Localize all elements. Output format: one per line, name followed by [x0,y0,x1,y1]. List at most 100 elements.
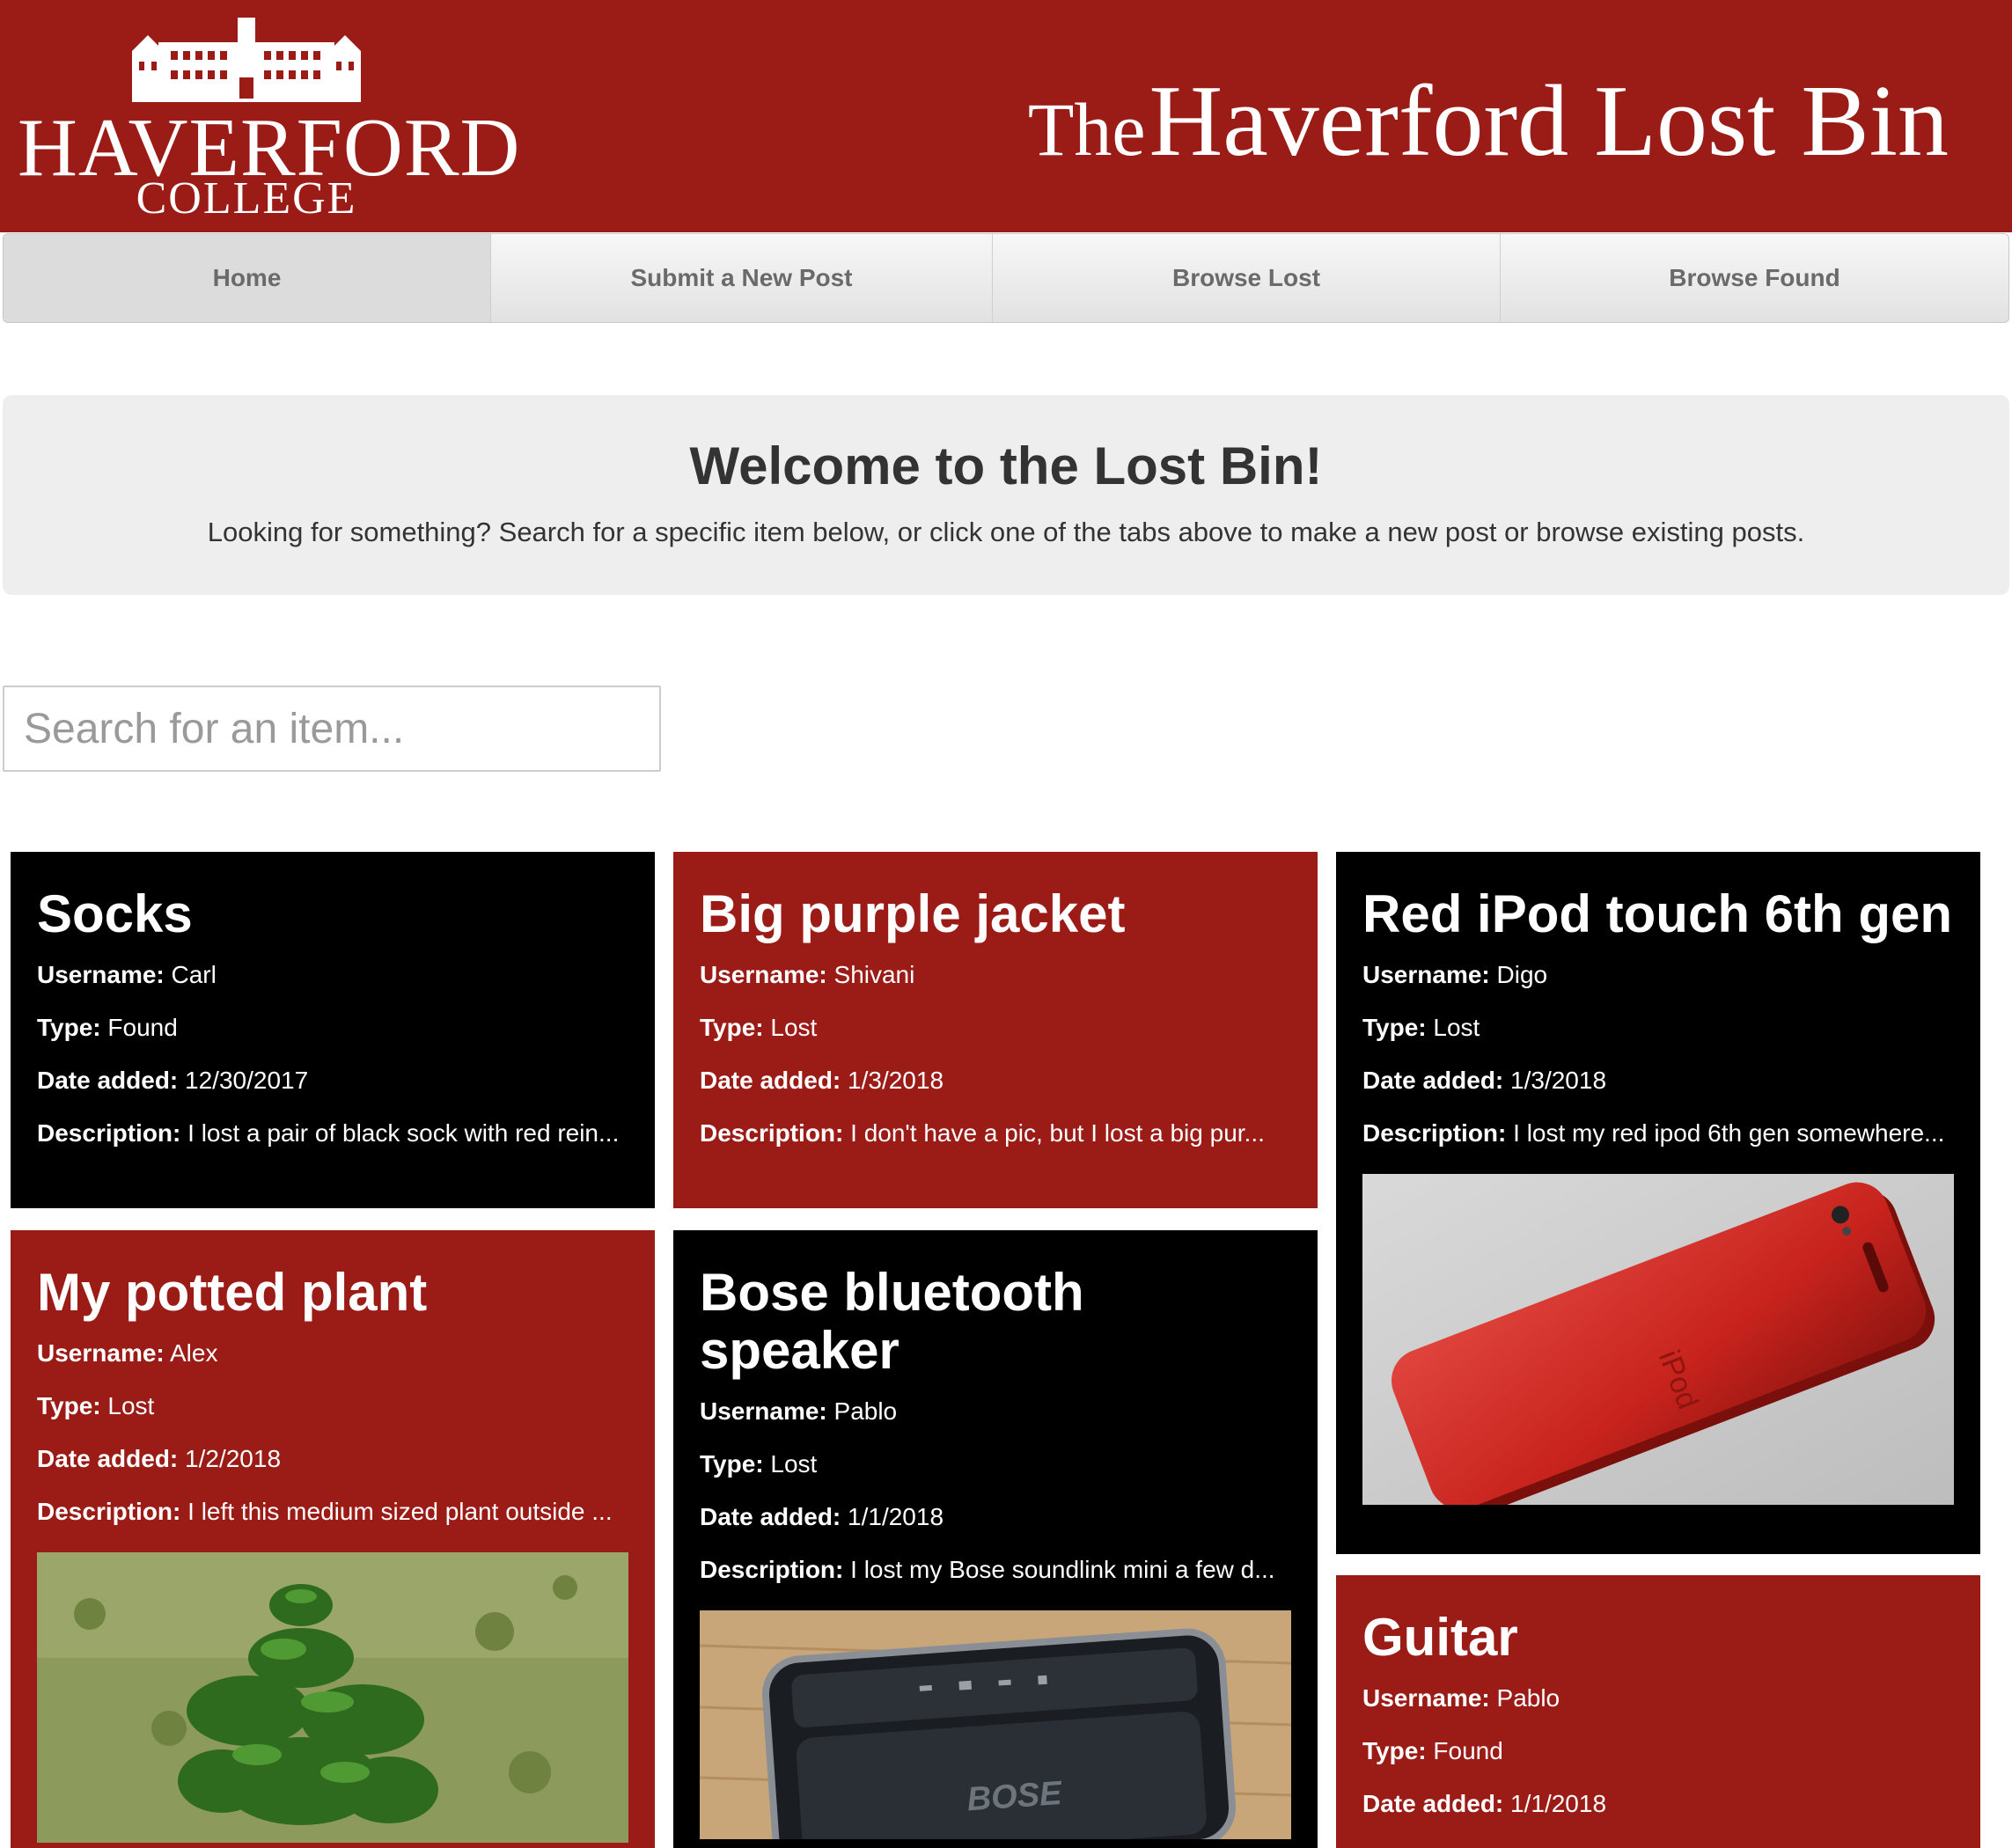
username-label: Username: [37,961,165,988]
post-title: My potted plant [37,1263,428,1322]
username-value: Pablo [1496,1684,1560,1712]
speaker-photo: BOSE [699,1610,1292,1848]
post-card[interactable]: My potted plant Username: Alex Type: Los… [11,1230,655,1848]
post-username: Username: Carl [37,961,628,989]
date-label: Date added: [1362,1790,1504,1817]
type-label: Type: [1362,1014,1427,1041]
post-description: Description: I lost a pair of black sock… [37,1119,628,1148]
post-type: Type: Lost [700,1450,1291,1478]
post-card[interactable]: Socks Username: Carl Type: Found Date ad… [11,852,655,1208]
type-value: Lost [1433,1014,1480,1041]
post-type: Type: Found [1362,1737,1954,1765]
haverford-college-logo[interactable]: HAVERFORD COLLEGE [18,16,519,224]
post-description: Description: I lost my Bose soundlink mi… [700,1556,1291,1584]
description-label: Description: [700,1556,844,1583]
type-value: Lost [770,1014,818,1041]
type-value: Lost [770,1450,818,1478]
post-card[interactable]: Bose bluetooth speaker Username: Pablo T… [673,1230,1318,1848]
college-building-icon [132,18,361,102]
post-title: Guitar [1362,1608,1518,1667]
date-value: 1/3/2018 [1510,1067,1607,1094]
post-type: Type: Found [37,1014,628,1042]
speaker-brand-text: BOSE [966,1775,1064,1819]
tab-browse-lost[interactable]: Browse Lost [993,234,1501,322]
type-label: Type: [37,1392,101,1419]
post-type: Type: Lost [37,1392,628,1420]
type-value: Found [1433,1737,1503,1764]
date-value: 1/3/2018 [848,1067,944,1094]
description-label: Description: [37,1498,181,1525]
post-username: Username: Pablo [700,1397,1291,1426]
date-label: Date added: [700,1067,841,1094]
description-label: Description: [37,1119,181,1147]
type-label: Type: [700,1014,764,1041]
post-username: Username: Pablo [1362,1684,1954,1712]
type-label: Type: [700,1450,764,1478]
post-username: Username: Alex [37,1339,628,1368]
date-label: Date added: [1362,1067,1504,1094]
post-card[interactable]: Big purple jacket Username: Shivani Type… [673,852,1318,1208]
date-label: Date added: [700,1503,841,1530]
site-title-the: The [1027,87,1146,172]
username-value: Carl [171,961,217,988]
date-label: Date added: [37,1067,179,1094]
plant-photo [37,1552,628,1843]
post-description: Description: I don't have a pic, but I l… [700,1119,1291,1148]
username-label: Username: [37,1339,165,1367]
username-label: Username: [700,1397,827,1425]
description-value: I don't have a pic, but I lost a big pur… [850,1119,1265,1147]
post-title: Red iPod touch 6th gen [1362,884,1952,943]
site-title: The Haverford Lost Bin [1028,69,1949,204]
type-label: Type: [37,1014,101,1041]
description-label: Description: [1362,1119,1507,1147]
type-value: Lost [107,1392,155,1419]
main-nav: Home Submit a New Post Browse Lost Brows… [3,233,2009,323]
post-date: Date added: 1/1/2018 [1362,1790,1954,1818]
post-description: Description: I lost my red ipod 6th gen … [1362,1119,1954,1148]
site-header: HAVERFORD COLLEGE The Haverford Lost Bin [0,0,2012,232]
username-value: Pablo [833,1397,898,1425]
type-label: Type: [1362,1737,1427,1764]
username-value: Digo [1496,961,1548,988]
type-value: Found [107,1014,178,1041]
date-value: 12/30/2017 [185,1067,309,1094]
site-title-main: Haverford Lost Bin [1149,65,1949,178]
post-description: Description: I left this medium sized pl… [37,1498,628,1526]
post-date: Date added: 1/2/2018 [37,1445,628,1473]
username-value: Shivani [833,961,915,988]
post-type: Type: Lost [700,1014,1291,1042]
tab-browse-found[interactable]: Browse Found [1501,234,2008,322]
date-value: 1/1/2018 [1510,1790,1607,1817]
welcome-title: Welcome to the Lost Bin! [689,436,1323,495]
description-value: I lost a pair of black sock with red rei… [187,1119,620,1147]
post-title: Big purple jacket [700,884,1126,943]
post-username: Username: Shivani [700,961,1291,989]
welcome-text: Looking for something? Search for a spec… [207,517,1805,547]
post-title: Bose bluetooth speaker [700,1263,1084,1380]
username-label: Username: [700,961,827,988]
description-value: I lost my Bose soundlink mini a few d... [850,1556,1275,1583]
post-card[interactable]: Red iPod touch 6th gen Username: Digo Ty… [1336,852,1980,1554]
post-date: Date added: 12/30/2017 [37,1067,628,1095]
welcome-panel: Welcome to the Lost Bin! Looking for som… [3,395,2009,595]
date-value: 1/2/2018 [185,1445,282,1472]
description-value: I lost my red ipod 6th gen somewhere... [1513,1119,1945,1147]
description-label: Description: [700,1119,844,1147]
post-date: Date added: 1/3/2018 [1362,1067,1954,1095]
tab-submit-new-post[interactable]: Submit a New Post [491,234,993,322]
post-date: Date added: 1/1/2018 [700,1503,1291,1531]
red-ipod-photo: iPod [1362,1174,1954,1517]
post-date: Date added: 1/3/2018 [700,1067,1291,1095]
date-value: 1/1/2018 [848,1503,944,1530]
search-input[interactable] [3,686,661,772]
date-label: Date added: [37,1445,179,1472]
username-value: Alex [169,1339,218,1367]
username-label: Username: [1362,961,1490,988]
post-username: Username: Digo [1362,961,1954,989]
tab-home[interactable]: Home [4,234,491,322]
description-value: I left this medium sized plant outside .… [187,1498,613,1525]
post-card[interactable]: Guitar Username: Pablo Type: Found Date … [1336,1575,1980,1848]
post-type: Type: Lost [1362,1014,1954,1042]
logo-subtitle: COLLEGE [136,173,357,224]
post-title: Socks [37,884,193,943]
